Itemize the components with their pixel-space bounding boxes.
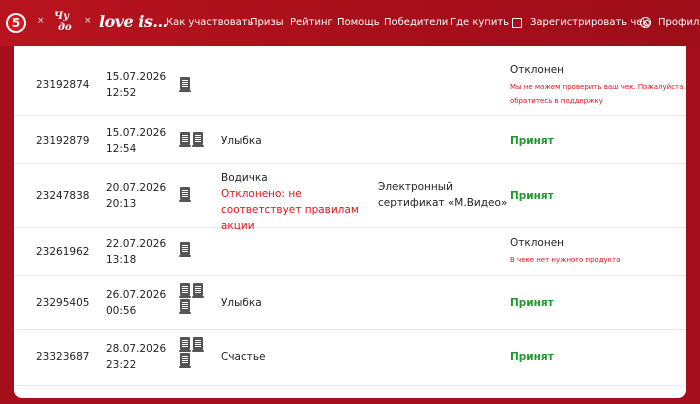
receipt-icon[interactable]: [179, 132, 191, 147]
receipt-id: 23247838: [36, 190, 90, 202]
status-label: Принят: [510, 190, 554, 202]
table-row: 23261962 22.07.2026 13:18 Отклонен В чек…: [14, 228, 686, 276]
receipt-icon[interactable]: [179, 337, 191, 352]
status-label: Отклонен: [510, 237, 565, 249]
receipt-datetime: 15.07.2026 12:54: [106, 125, 166, 157]
receipt-icon[interactable]: [179, 77, 191, 92]
receipt-date: 20.07.2026: [106, 182, 167, 194]
prize-name: Улыбка: [221, 297, 262, 309]
receipt-time: 23:22: [106, 359, 137, 371]
receipt-status: Отклонен В чеке нет нужного продукта: [510, 235, 685, 267]
prize-name: Улыбка: [221, 135, 262, 147]
receipt-datetime: 20.07.2026 20:13: [106, 180, 166, 212]
chudo-logo-bottom: до: [58, 22, 72, 33]
receipt-time: 20:13: [106, 198, 137, 210]
receipt-datetime: 15.07.2026 12:52: [106, 69, 166, 101]
receipt-icon[interactable]: [192, 132, 204, 147]
receipt-icon[interactable]: [179, 353, 191, 368]
receipt-photos: [179, 283, 211, 315]
receipt-status: Отклонен Мы не можем проверить ваш чек. …: [510, 62, 685, 108]
nav-prizes[interactable]: Призы: [250, 0, 284, 46]
receipt-time: 12:52: [106, 87, 137, 99]
receipt-icon[interactable]: [192, 337, 204, 352]
receipt-icon[interactable]: [192, 283, 204, 298]
receipt-date: 15.07.2026: [106, 127, 167, 139]
receipt-datetime: 28.07.2026 23:22: [106, 341, 166, 373]
profile-link[interactable]: Профиль: [658, 0, 700, 46]
receipt-icon[interactable]: [179, 283, 191, 298]
receipt-icon[interactable]: [179, 299, 191, 314]
receipt-time: 12:54: [106, 143, 137, 155]
register-receipt-icon[interactable]: [512, 18, 522, 28]
nav-rating[interactable]: Рейтинг: [290, 0, 333, 46]
logo-separator: ×: [37, 16, 45, 26]
prize-block: Водичка Отклонено: не соответствует прав…: [221, 170, 381, 234]
receipt-time: 00:56: [106, 305, 137, 317]
receipts-table: 23192874 15.07.2026 12:52 Отклонен Мы не…: [14, 46, 686, 398]
table-row: 23192879 15.07.2026 12:54 Улыбка Принят: [14, 116, 686, 164]
table-row: 23295405 26.07.2026 00:56 Улыбка Принят: [14, 276, 686, 330]
pyaterochka-logo[interactable]: 5: [6, 13, 26, 33]
receipt-id: 23192874: [36, 79, 90, 91]
table-row: 23323687 28.07.2026 23:22 Счастье Принят: [14, 330, 686, 386]
receipt-datetime: 26.07.2026 00:56: [106, 287, 166, 319]
status-label: Отклонен: [510, 64, 565, 76]
receipt-photos: [179, 77, 211, 93]
receipt-datetime: 22.07.2026 13:18: [106, 236, 166, 268]
status-label: Принят: [510, 135, 554, 147]
nav-where-to-buy[interactable]: Где купить: [450, 0, 509, 46]
register-receipt-button[interactable]: Зарегистрировать чек: [530, 0, 648, 46]
prize-name: Водичка: [221, 172, 268, 184]
certificate-name: Электронный сертификат «М.Видео»: [378, 181, 508, 209]
chudo-logo[interactable]: Чу до: [52, 10, 74, 36]
status-note: В чеке нет нужного продукта: [510, 256, 621, 264]
user-icon[interactable]: [640, 17, 651, 28]
logo-five-text: 5: [8, 15, 24, 31]
nav-help[interactable]: Помощь: [337, 0, 380, 46]
receipt-icon[interactable]: [179, 187, 191, 202]
prize-name: Счастье: [221, 351, 266, 363]
table-row: 23247838 20.07.2026 20:13 Водичка Отклон…: [14, 164, 686, 232]
nav-winners[interactable]: Победители: [384, 0, 448, 46]
receipt-id: 23295405: [36, 297, 90, 309]
status-label: Принят: [510, 351, 554, 363]
status-note: Мы не можем проверить ваш чек. Пожалуйст…: [510, 83, 684, 105]
table-row: 23192874 15.07.2026 12:52 Отклонен Мы не…: [14, 46, 686, 116]
receipt-photos: [179, 187, 211, 203]
receipt-photos: [179, 132, 211, 148]
receipt-icon[interactable]: [179, 242, 191, 257]
receipt-date: 15.07.2026: [106, 71, 167, 83]
receipt-date: 22.07.2026: [106, 238, 167, 250]
status-label: Принят: [510, 297, 554, 309]
prize-rejection-note: Отклонено: не соответствует правилам акц…: [221, 188, 359, 232]
receipt-photos: [179, 242, 211, 258]
chudo-logo-top: Чу: [54, 11, 70, 22]
receipt-photos: [179, 337, 211, 369]
logo-separator: ×: [84, 16, 92, 26]
site-header: 5 × Чу до × love is... Как участвовать П…: [0, 0, 700, 46]
receipt-time: 13:18: [106, 254, 137, 266]
receipt-id: 23261962: [36, 246, 90, 258]
receipt-date: 28.07.2026: [106, 343, 167, 355]
nav-how-to-participate[interactable]: Как участвовать: [166, 0, 253, 46]
love-is-logo[interactable]: love is...: [99, 12, 168, 31]
receipt-id: 23323687: [36, 351, 90, 363]
receipt-date: 26.07.2026: [106, 289, 167, 301]
receipt-id: 23192879: [36, 135, 90, 147]
